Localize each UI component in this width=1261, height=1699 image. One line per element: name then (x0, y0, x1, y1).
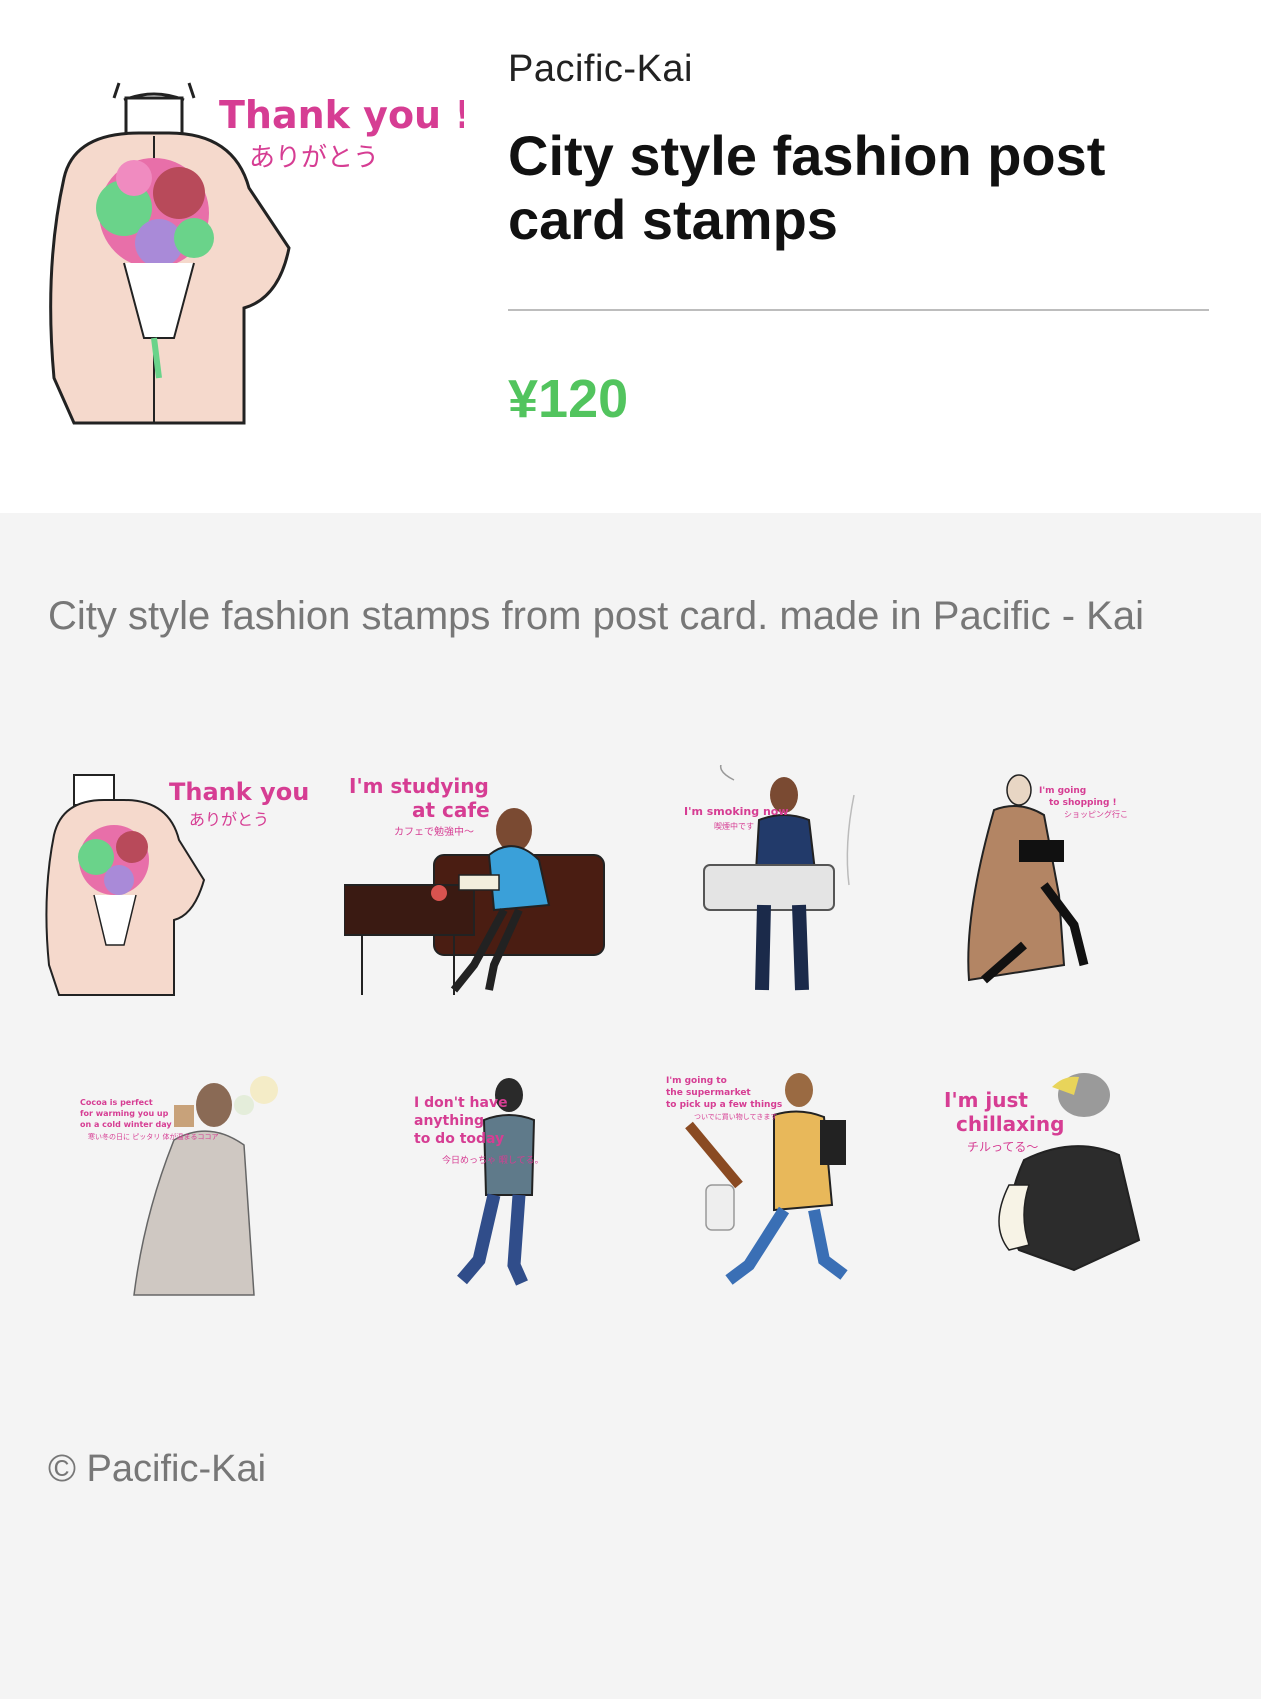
stamp-8-line-2: chillaxing (956, 1112, 1064, 1136)
main-caption-en: Thank you ! (219, 93, 464, 137)
stamp-5-caption-jp: 寒い冬の日に ピッタリ 体が温まるココア (88, 1132, 218, 1141)
stamp-5-line-1: Cocoa is perfect (80, 1098, 153, 1107)
stamp-4-line-2: to shopping ! (1049, 798, 1117, 808)
stamp-smoking-now[interactable]: I'm smoking now 喫煙中です (644, 765, 914, 1005)
stamp-5-line-2: for warming you up (80, 1109, 169, 1118)
stamp-supermarket[interactable]: I'm going to the supermarket to pick up … (644, 1065, 914, 1305)
stamp-7-line-2: the supermarket (666, 1088, 751, 1098)
stamp-chillaxing[interactable]: I'm just chillaxing チルってる〜 (924, 1065, 1194, 1305)
stamp-2-line-2: at cafe (412, 798, 490, 822)
stamp-studying-cafe[interactable]: I'm studying at cafe カフェで勉強中〜 (344, 765, 614, 1005)
copyright-text: © Pacific-Kai (48, 1448, 267, 1490)
stamp-grid: Thank you ! ありがとう I'm studying at cafe カ… (44, 765, 1204, 1305)
sticker-header: Thank you ! ありがとう Pacific-Kai City style… (0, 0, 1261, 513)
stamp-cocoa[interactable]: Cocoa is perfect for warming you up on a… (44, 1065, 314, 1305)
stamp-thank-you[interactable]: Thank you ! ありがとう (44, 765, 314, 1005)
stamp-7-line-3: to pick up a few things (666, 1100, 782, 1110)
stamp-4-line-1: I'm going (1039, 786, 1086, 796)
main-caption-jp: ありがとう (249, 143, 379, 173)
stamp-2-line-1: I'm studying (349, 774, 489, 798)
stamp-going-shopping[interactable]: I'm going to shopping ! ショッピング行こ (924, 765, 1194, 1005)
stamp-1-caption-jp: ありがとう (189, 810, 269, 829)
stamp-5-line-3: on a cold winter day (80, 1120, 172, 1129)
stamp-7-line-1: I'm going to (666, 1076, 727, 1086)
sticker-description: City style fashion stamps from post card… (48, 594, 1144, 638)
price-label[interactable]: ¥120 (508, 368, 628, 430)
stamp-4-caption-jp: ショッピング行こ (1064, 809, 1128, 819)
stamp-1-caption: Thank you ! (169, 778, 314, 806)
stamp-6-line-1: I don't have (414, 1095, 508, 1111)
stamp-7-caption-jp: ついでに買い物してきます (694, 1112, 777, 1121)
author-name[interactable]: Pacific-Kai (508, 48, 693, 91)
stamp-8-line-1: I'm just (944, 1088, 1028, 1112)
header-divider (508, 309, 1209, 311)
stamp-6-caption-jp: 今日めっちゃ 暇してる。 (442, 1154, 544, 1166)
stamp-8-caption-jp: チルってる〜 (967, 1140, 1038, 1154)
stamp-3-caption-jp: 喫煙中です (714, 821, 754, 831)
stamp-6-line-3: to do today (414, 1131, 504, 1147)
stamp-2-caption-jp: カフェで勉強中〜 (394, 825, 474, 838)
stamp-6-line-2: anything (414, 1113, 484, 1129)
sticker-title: City style fashion post card stamps (508, 124, 1106, 251)
main-sticker-image: Thank you ! ありがとう (44, 78, 472, 428)
stamp-nothing-to-do[interactable]: I don't have anything to do today 今日めっちゃ… (344, 1065, 614, 1305)
stamp-3-caption: I'm smoking now (684, 805, 789, 818)
